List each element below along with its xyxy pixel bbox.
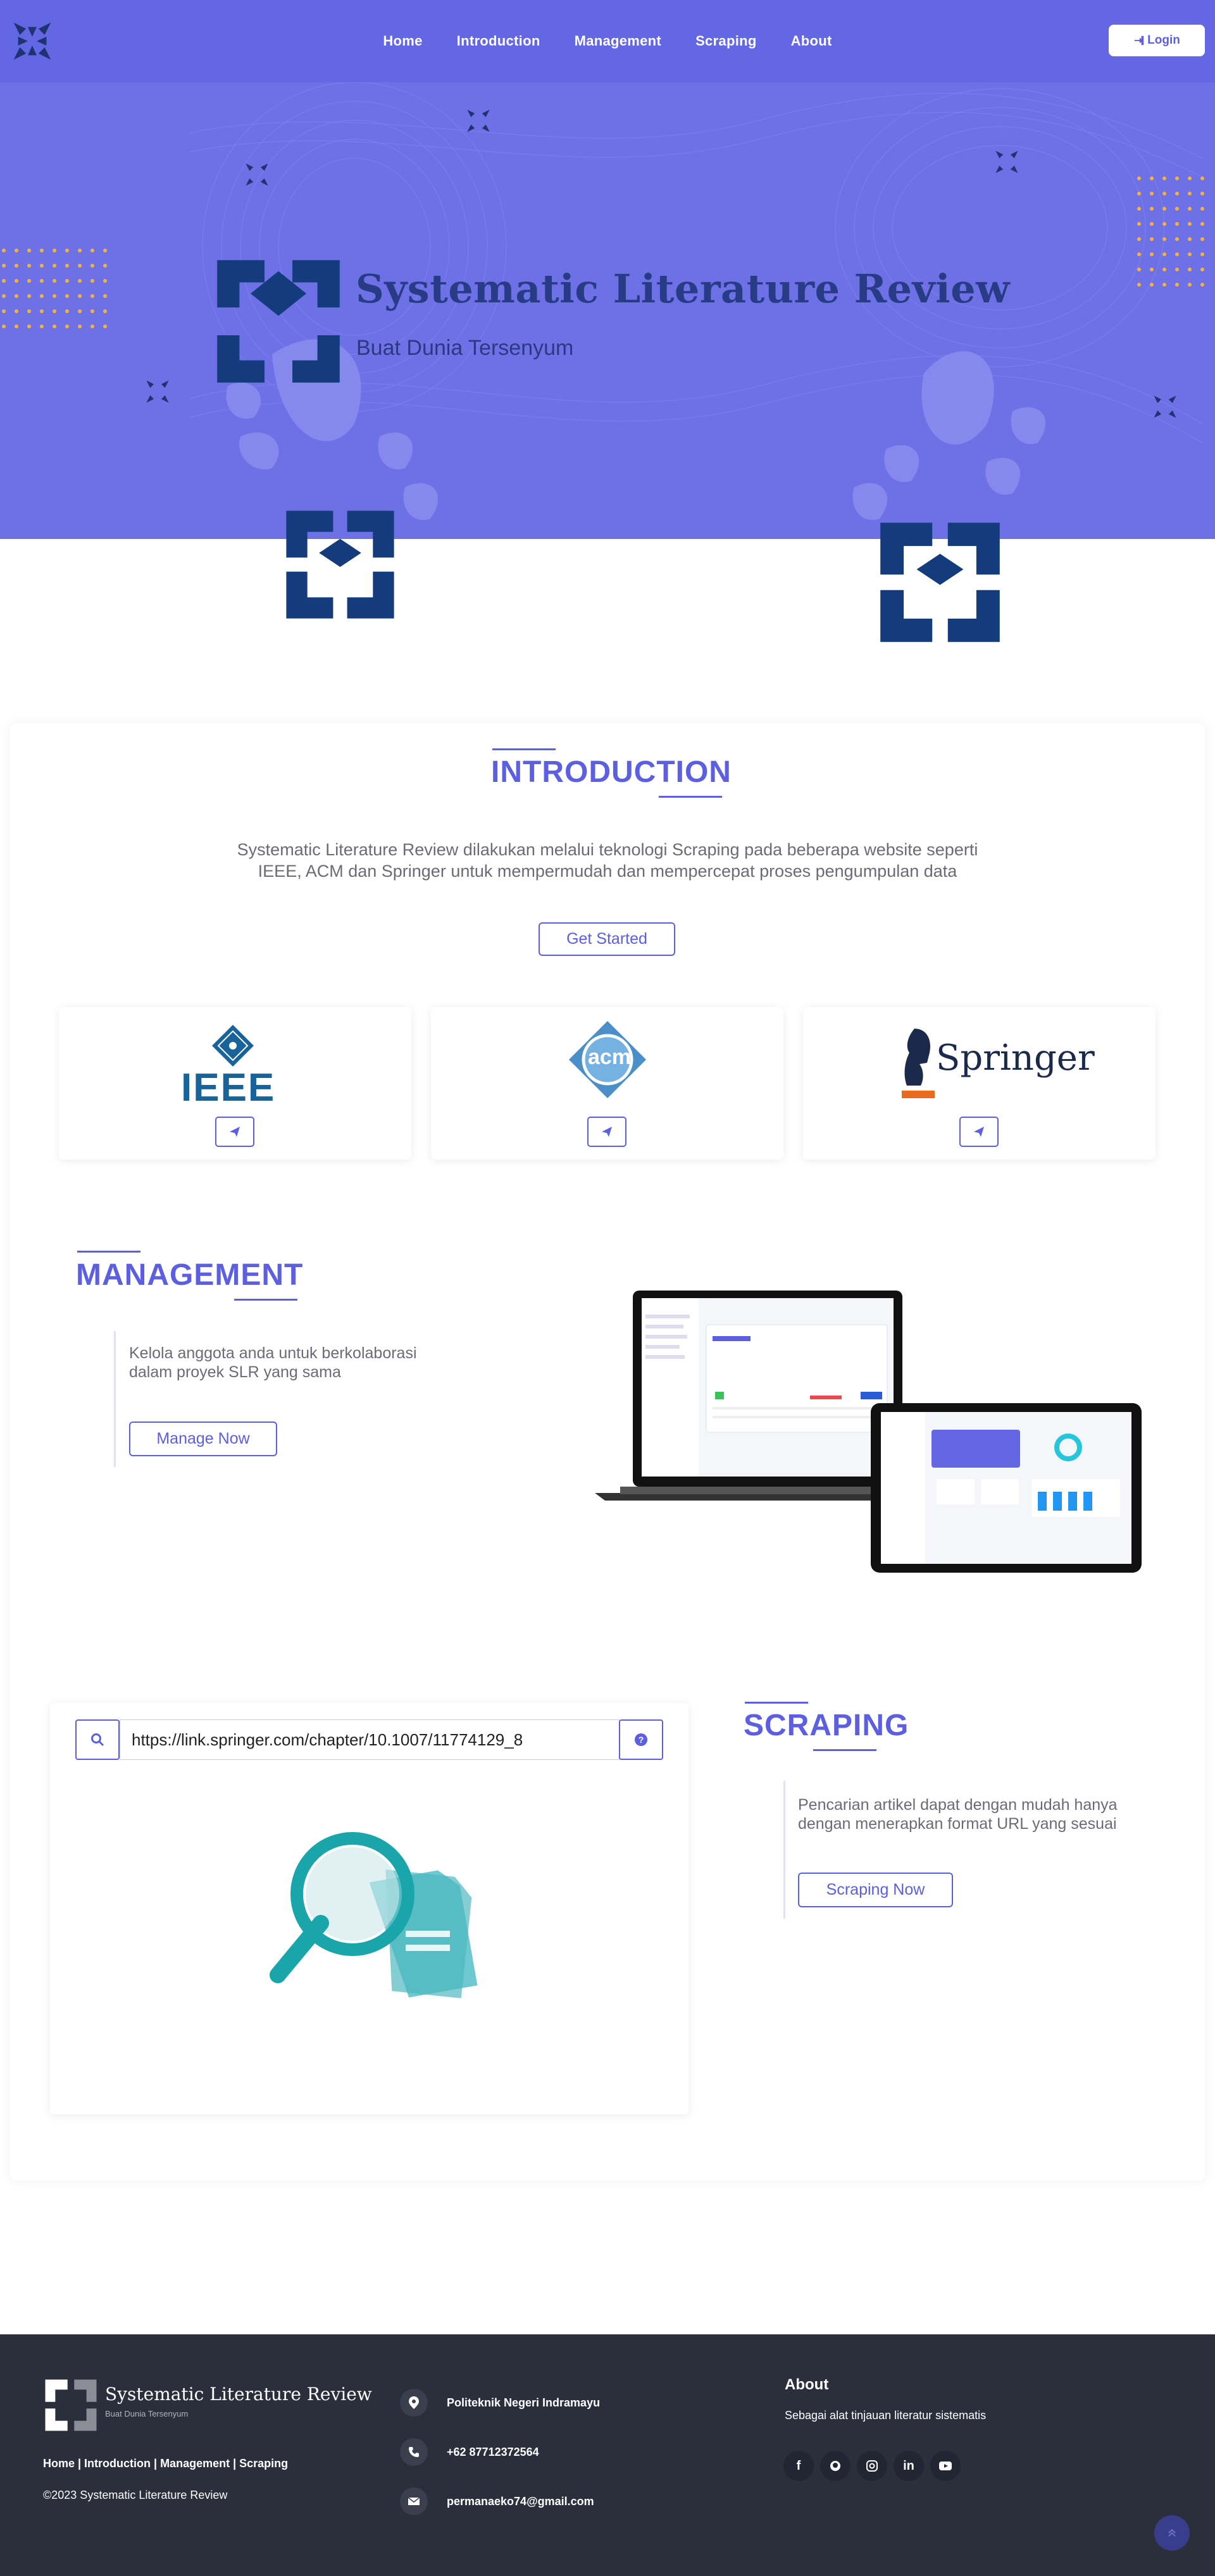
springer-logo-text: Springer: [936, 1037, 1095, 1079]
introduction-title: INTRODUCTION: [491, 755, 732, 789]
hero-section: Systematic Literature Review Buat Dunia …: [0, 82, 1215, 539]
introduction-text: Systematic Literature Review dilakukan m…: [237, 840, 978, 881]
nav-link-scraping[interactable]: Scraping: [695, 33, 757, 49]
footer-links[interactable]: Home | Introduction | Management | Scrap…: [43, 2457, 288, 2470]
scraping-title: SCRAPING: [744, 1709, 909, 1742]
source-card-acm: acm: [431, 1007, 783, 1160]
navbar: Home Introduction Management Scraping Ab…: [0, 0, 1215, 82]
ieee-open-button[interactable]: [215, 1117, 254, 1147]
magnifier-document-illustration: [270, 1832, 478, 1998]
footer: Systematic Literature Review Buat Dunia …: [0, 2334, 1215, 2576]
management-text-bar: [114, 1331, 116, 1467]
footer-about-text: Sebagai alat tinjauan literatur sistemat…: [785, 2409, 987, 2422]
acm-open-button[interactable]: [587, 1117, 626, 1147]
scraping-panel: ?: [50, 1703, 688, 2114]
source-card-springer: Springer: [803, 1007, 1156, 1160]
login-button[interactable]: Login: [1109, 25, 1205, 56]
nav-link-introduction[interactable]: Introduction: [457, 33, 540, 49]
footer-email[interactable]: permanaeko74@gmail.com: [447, 2495, 594, 2508]
login-label: Login: [1147, 34, 1180, 47]
ieee-logo-text: IEEE: [181, 1066, 276, 1110]
facebook-icon[interactable]: f: [783, 2451, 814, 2481]
intro-title-underline-bottom: [659, 796, 722, 798]
help-button[interactable]: ?: [619, 1719, 663, 1760]
question-circle-icon: ?: [635, 1733, 647, 1746]
phone-icon: [409, 2447, 419, 2457]
footer-phone: +62 87712372564: [447, 2446, 539, 2458]
footer-logo-icon: [45, 2379, 97, 2431]
paper-plane-icon: [230, 1127, 240, 1137]
footer-address: Politeknik Negeri Indramayu: [447, 2396, 601, 2409]
hero-title: Systematic Literature Review: [356, 266, 1010, 312]
springer-open-button[interactable]: [959, 1117, 999, 1147]
management-title-underline-bottom: [234, 1299, 297, 1301]
hero-subtitle: Buat Dunia Tersenyum: [356, 336, 574, 360]
nav-menu: Home Introduction Management Scraping Ab…: [0, 0, 1215, 82]
footer-brand-subtitle: Buat Dunia Tersenyum: [105, 2409, 189, 2418]
intro-title-underline-top: [492, 748, 556, 750]
url-input[interactable]: [120, 1719, 620, 1760]
linkedin-icon[interactable]: in: [894, 2451, 924, 2481]
scraping-now-button[interactable]: Scraping Now: [798, 1873, 953, 1907]
source-card-ieee: IEEE: [59, 1007, 411, 1160]
location-icon-wrap: [400, 2389, 428, 2417]
acm-logo-text: acm: [588, 1045, 632, 1069]
github-icon[interactable]: [820, 2451, 850, 2481]
map-marker-icon: [409, 2396, 419, 2409]
management-title: MANAGEMENT: [76, 1258, 304, 1292]
springer-horse-icon: [902, 1029, 935, 1098]
instagram-icon[interactable]: [857, 2451, 887, 2481]
phone-icon-wrap: [400, 2438, 428, 2466]
svg-text:?: ?: [639, 1735, 644, 1745]
scraping-text-bar: [783, 1781, 785, 1919]
back-to-top-button[interactable]: [1154, 2515, 1190, 2551]
envelope-icon: [408, 2497, 420, 2505]
nav-link-management[interactable]: Management: [575, 33, 661, 49]
search-button[interactable]: [75, 1719, 120, 1760]
decorative-logo-right-icon: [880, 523, 1000, 642]
get-started-button[interactable]: Get Started: [539, 922, 675, 956]
nav-link-home[interactable]: Home: [383, 33, 422, 49]
footer-about-title: About: [785, 2376, 829, 2393]
email-icon-wrap: [400, 2487, 428, 2515]
decorative-logo-left-icon: [286, 511, 394, 619]
scraping-text: Pencarian artikel dapat dengan mudah han…: [798, 1796, 1118, 1833]
nav-link-about[interactable]: About: [791, 33, 832, 49]
sign-in-icon: [1134, 35, 1144, 46]
double-chevron-up-icon: [1168, 2529, 1176, 2537]
management-text: Kelola anggota anda untuk berkolaborasi …: [129, 1344, 417, 1381]
youtube-icon[interactable]: [930, 2451, 961, 2481]
management-device-mockup: [595, 1291, 1142, 1573]
scraping-title-underline-bottom: [813, 1749, 876, 1751]
paper-plane-icon: [602, 1127, 612, 1137]
search-icon: [91, 1733, 104, 1747]
footer-brand-title: Systematic Literature Review: [105, 2384, 372, 2405]
footer-copyright: ©2023 Systematic Literature Review: [43, 2489, 228, 2501]
paper-plane-icon: [974, 1127, 984, 1137]
management-title-underline-top: [77, 1251, 140, 1253]
scraping-title-underline-top: [745, 1702, 808, 1704]
manage-now-button[interactable]: Manage Now: [129, 1421, 277, 1456]
